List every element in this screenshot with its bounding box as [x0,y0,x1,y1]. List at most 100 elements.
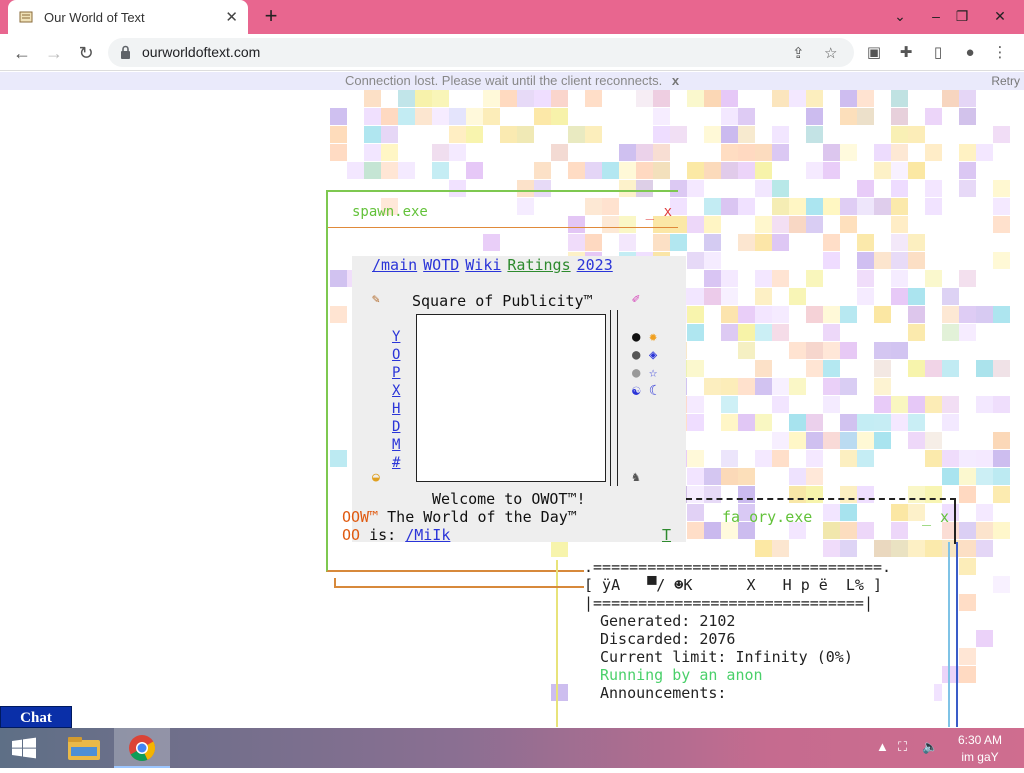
file-explorer-icon[interactable] [56,728,112,768]
spawn-title-bar: spawn.exe _ x [328,198,678,228]
reload-icon[interactable]: ↻ [72,39,100,67]
menu-link-ratings[interactable]: Ratings [507,256,570,274]
publicity-letter[interactable]: D [392,418,400,436]
square-of-publicity-title: Square of Publicity™ [412,292,593,310]
noise-cell [772,180,789,197]
publicity-letter[interactable]: P [392,364,400,382]
noise-cell [364,162,381,179]
share-icon[interactable]: ⇪ [792,44,805,62]
noise-cell [687,216,704,233]
noise-cell [755,306,772,323]
noise-cell [891,342,908,359]
publicity-letter[interactable]: H [392,400,400,418]
noise-cell [755,450,772,467]
address-bar[interactable]: ourworldoftext.com ⇪ ☆ [108,38,854,67]
noise-cell [857,432,874,449]
noise-cell [806,450,823,467]
noise-cell [959,522,976,539]
menu-link-wotd[interactable]: WOTD [423,256,459,274]
bookmark-star-icon[interactable]: ☆ [824,44,837,62]
noise-cell [908,306,925,323]
eraser-icon[interactable]: ✐ [632,292,640,307]
noise-cell [704,468,721,485]
noise-cell [636,162,653,179]
noise-cell [772,432,789,449]
forward-arrow-icon[interactable]: → [40,39,68,67]
noise-cell [891,108,908,125]
volume-icon[interactable]: 🔈 [922,739,938,755]
factory-window-controls[interactable]: _ x [922,508,949,526]
retry-link[interactable]: Retry [991,72,1020,90]
chat-button[interactable]: Chat [0,706,72,728]
noise-cell [568,162,585,179]
symbol-row[interactable]: ● ◈ [632,346,657,364]
profile-icon[interactable]: ● [960,43,980,63]
symbol-row[interactable]: ● ☆ [632,364,657,382]
noise-cell [874,162,891,179]
publicity-letter[interactable]: X [392,382,400,400]
tray-chevron-icon[interactable]: ▲ [876,739,889,754]
tab-search-icon[interactable]: ⌄ [882,0,918,32]
wotd-label: The World of the Day™ [387,508,577,526]
symbol-row[interactable]: ☯ ☾ [632,382,657,400]
noise-cell [806,126,823,143]
noise-cell [398,108,415,125]
noise-cell [585,126,602,143]
noise-cell [806,432,823,449]
extension-avatar-icon[interactable]: ▣ [864,43,884,63]
cat-icon[interactable]: ♞ [632,470,640,485]
chrome-taskbar-icon[interactable] [114,728,170,768]
pencil-icon[interactable]: ✎ [372,292,380,307]
noise-cell [891,234,908,251]
windows-start-icon[interactable] [0,728,48,768]
noise-cell [772,324,789,341]
menu-link-2023[interactable]: 2023 [577,256,613,274]
clock-date[interactable]: im gaY [950,750,1010,764]
publicity-letter[interactable]: M [392,436,400,454]
tab-close-icon[interactable]: ✕ [225,8,238,26]
noise-cell [534,162,551,179]
noise-cell [959,324,976,341]
noise-cell [534,108,551,125]
noise-cell [993,306,1010,323]
noise-cell [772,126,789,143]
noise-cell [738,324,755,341]
noise-cell [687,288,704,305]
noise-cell [840,414,857,431]
menu-link-wiki[interactable]: Wiki [465,256,501,274]
noise-cell [517,90,534,107]
clock-time[interactable]: 6:30 AM [950,733,1010,747]
noise-cell [840,144,857,161]
close-window-button[interactable]: ✕ [982,0,1018,32]
spawn-minimize-button[interactable]: _ [646,204,654,220]
noise-cell [721,198,738,215]
noise-cell [755,288,772,305]
new-tab-button[interactable]: + [258,2,284,30]
menu-dots-icon[interactable]: ⋮ [990,43,1010,63]
browser-tab[interactable]: Our World of Text ✕ [8,0,248,34]
noise-cell [466,108,483,125]
side-panel-icon[interactable]: ▯ [928,43,948,63]
noise-cell [755,360,772,377]
symbol-row[interactable]: ● ✹ [632,328,657,346]
wotd-link[interactable]: /MiIk [405,526,450,544]
publicity-square[interactable] [416,314,606,482]
world-canvas[interactable]: Connection lost. Please wait until the c… [0,72,1024,727]
publicity-letter[interactable]: # [392,454,400,472]
network-icon[interactable]: ⛶ [898,739,907,755]
publicity-letter[interactable]: Y [392,328,400,346]
noise-cell [857,198,874,215]
puzzle-extensions-icon[interactable]: ✚ [896,43,916,63]
spawn-close-button[interactable]: x [664,204,672,220]
back-arrow-icon[interactable]: ← [8,39,36,67]
restore-window-button[interactable]: ❐ [944,0,980,32]
noise-cell [619,162,636,179]
noise-cell [432,108,449,125]
banner-close-button[interactable]: x [672,73,679,88]
noise-cell [840,342,857,359]
noise-cell [381,126,398,143]
pumpkin-icon[interactable]: ◒ [372,470,380,485]
t-marker[interactable]: T [662,526,671,544]
menu-link-main[interactable]: /main [372,256,417,274]
publicity-letter[interactable]: O [392,346,400,364]
